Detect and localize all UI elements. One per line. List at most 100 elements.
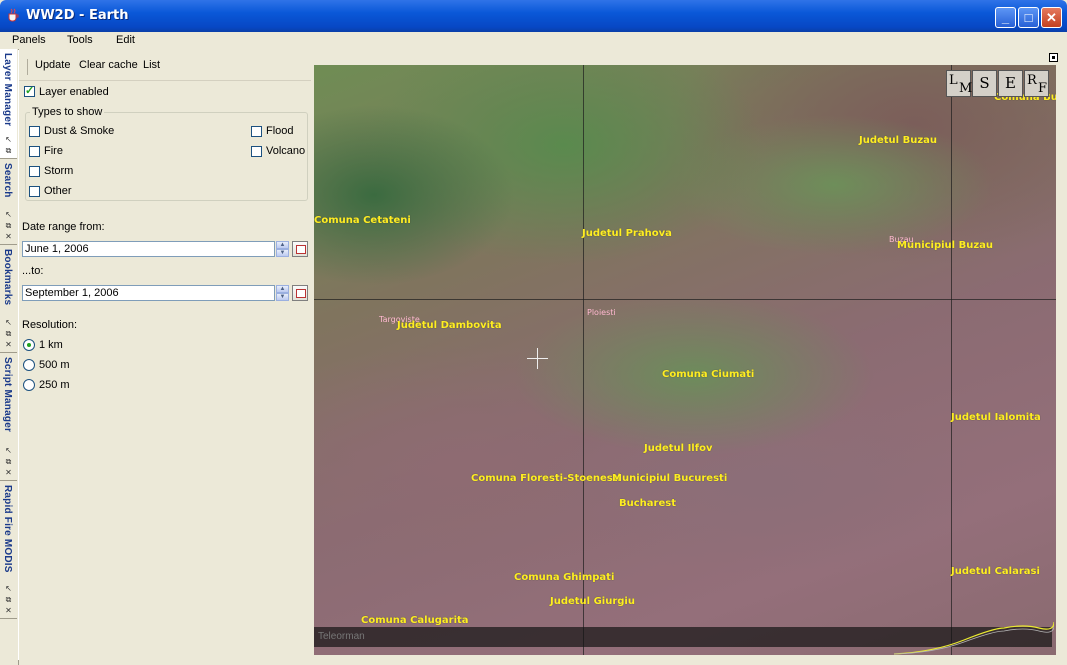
resolution-500m-label: 500 m: [39, 359, 70, 371]
float-icon[interactable]: ⧉: [3, 328, 14, 339]
tab-controls: ↖ ⧉ ✕: [3, 583, 14, 616]
crosshair-icon: [537, 348, 538, 369]
storm-label: Storm: [44, 165, 74, 177]
date-to-field[interactable]: September 1, 2006: [22, 285, 275, 301]
place-label[interactable]: Bucharest: [619, 498, 676, 509]
close-button[interactable]: ✕: [1041, 7, 1062, 28]
toolbar-grip: [27, 59, 28, 75]
map-gridline: [583, 65, 584, 655]
date-to-spinner[interactable]: ▲ ▼: [276, 285, 289, 301]
tab-controls: ↖ ⧉ ✕: [3, 445, 14, 478]
resolution-label: Resolution:: [22, 319, 78, 331]
storm-checkbox[interactable]: [29, 166, 40, 177]
minimize-button[interactable]: _: [995, 7, 1016, 28]
rf-button[interactable]: R F: [1024, 70, 1049, 97]
pin-icon[interactable]: ↖: [3, 317, 14, 328]
close-icon[interactable]: ✕: [3, 467, 14, 478]
tab-search[interactable]: Search ↖ ⧉ ✕: [0, 159, 17, 245]
spin-down-icon[interactable]: ▼: [276, 293, 289, 301]
clear-cache-button[interactable]: Clear cache: [79, 59, 138, 71]
place-label[interactable]: Municipiul Buzau: [897, 240, 993, 251]
menu-panels[interactable]: Panels: [12, 32, 46, 49]
city-label[interactable]: Ploiesti: [587, 308, 616, 317]
close-icon[interactable]: ✕: [3, 339, 14, 350]
close-icon[interactable]: ✕: [3, 605, 14, 616]
pin-icon[interactable]: ↖: [3, 583, 14, 594]
date-from-label: Date range from:: [22, 221, 105, 233]
flood-checkbox[interactable]: [251, 126, 262, 137]
volcano-checkbox[interactable]: [251, 146, 262, 157]
place-label[interactable]: Comuna Floresti-Stoenesti: [471, 473, 621, 484]
maximize-map-icon[interactable]: [1049, 53, 1058, 62]
place-label[interactable]: Judetul Prahova: [582, 228, 672, 239]
resolution-1km-label: 1 km: [39, 339, 63, 351]
rapid-fire-modis-panel: Update Clear cache List Layer enabled Ty…: [18, 50, 315, 660]
resolution-250m-label: 250 m: [39, 379, 70, 391]
date-to-label: ...to:: [22, 265, 44, 277]
dust-smoke-label: Dust & Smoke: [44, 125, 115, 137]
place-label[interactable]: Judetul Giurgiu: [550, 596, 635, 607]
maximize-icon: □: [1024, 10, 1033, 25]
list-button[interactable]: List: [143, 59, 160, 71]
pin-icon[interactable]: ↖: [3, 134, 14, 145]
tab-bookmarks[interactable]: Bookmarks ↖ ⧉ ✕: [0, 245, 17, 353]
place-label[interactable]: Comuna Ciumati: [662, 369, 754, 380]
s-button[interactable]: S: [972, 70, 997, 97]
place-label[interactable]: Judetul Ilfov: [644, 443, 712, 454]
place-label[interactable]: Judetul Calarasi: [951, 566, 1040, 577]
spin-up-icon[interactable]: ▲: [276, 285, 289, 293]
date-from-spinner[interactable]: ▲ ▼: [276, 241, 289, 257]
tab-controls: ↖ ⧉ ✕: [3, 317, 14, 350]
menu-tools[interactable]: Tools: [67, 32, 93, 49]
other-checkbox[interactable]: [29, 186, 40, 197]
tab-controls: ↖ ⧉ ✕: [3, 209, 14, 242]
place-label[interactable]: Judetul Buzau: [859, 135, 937, 146]
float-icon[interactable]: ⧉: [3, 594, 14, 605]
close-icon: ✕: [1046, 9, 1057, 25]
pin-icon[interactable]: ↖: [3, 445, 14, 456]
fire-checkbox[interactable]: [29, 146, 40, 157]
layer-enabled-label: Layer enabled: [39, 86, 109, 98]
tab-controls: ↖ ⧉: [3, 134, 14, 156]
date-from-field[interactable]: June 1, 2006: [22, 241, 275, 257]
place-label[interactable]: Municipiul Bucuresti: [612, 473, 727, 484]
resolution-500m-radio[interactable]: [23, 359, 35, 371]
place-label[interactable]: Comuna Cetateni: [314, 215, 411, 226]
maximize-button[interactable]: □: [1018, 7, 1039, 28]
minimize-icon: _: [1001, 10, 1010, 25]
tab-label: Script Manager: [2, 357, 13, 433]
date-to-calendar-button[interactable]: [292, 285, 308, 301]
lm-button[interactable]: L M: [946, 70, 972, 97]
tab-label: Layer Manager: [2, 53, 13, 127]
update-button[interactable]: Update: [35, 59, 70, 71]
resolution-250m-radio[interactable]: [23, 379, 35, 391]
other-label: Other: [44, 185, 72, 197]
float-icon[interactable]: ⧉: [3, 145, 14, 156]
title-bar[interactable]: WW2D - Earth _ □ ✕: [0, 0, 1067, 32]
menu-edit[interactable]: Edit: [116, 32, 135, 49]
place-label[interactable]: Judetul Ialomita: [951, 412, 1041, 423]
tab-label: Search: [2, 163, 13, 198]
resolution-1km-radio[interactable]: [23, 339, 35, 351]
volcano-label: Volcano: [266, 145, 306, 157]
place-label[interactable]: Judetul Dambovita: [397, 320, 502, 331]
pin-icon[interactable]: ↖: [3, 209, 14, 220]
fire-label: Fire: [44, 145, 63, 157]
layer-enabled-checkbox[interactable]: [24, 84, 35, 97]
elevation-profile-graph: [894, 621, 1054, 655]
e-button[interactable]: E: [998, 70, 1023, 97]
date-from-calendar-button[interactable]: [292, 241, 308, 257]
tab-rapid-fire-modis[interactable]: Rapid Fire MODIS ↖ ⧉ ✕: [0, 481, 17, 619]
earth-map-view[interactable]: Comuna Bu Judetul Buzau Comuna Cetateni …: [314, 65, 1056, 655]
float-icon[interactable]: ⧉: [3, 456, 14, 467]
place-label[interactable]: Comuna Calugarita: [361, 615, 469, 626]
tab-layer-manager[interactable]: Layer Manager ↖ ⧉: [0, 49, 17, 159]
float-icon[interactable]: ⧉: [3, 220, 14, 231]
tab-script-manager[interactable]: Script Manager ↖ ⧉ ✕: [0, 353, 17, 481]
spin-down-icon[interactable]: ▼: [276, 249, 289, 257]
r-letter: R: [1027, 73, 1037, 88]
close-icon[interactable]: ✕: [3, 231, 14, 242]
dust-smoke-checkbox[interactable]: [29, 126, 40, 137]
spin-up-icon[interactable]: ▲: [276, 241, 289, 249]
place-label[interactable]: Comuna Ghimpati: [514, 572, 614, 583]
